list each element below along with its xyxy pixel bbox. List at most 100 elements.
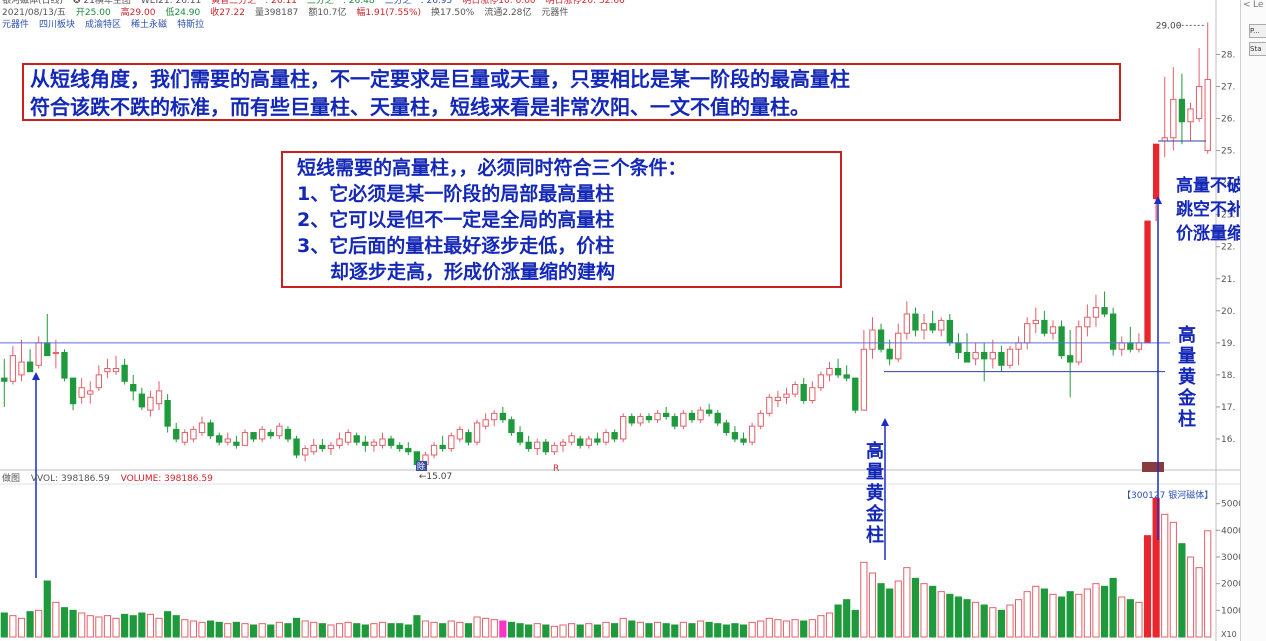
candle-body [181, 432, 188, 443]
header-indicator-row: 银河磁体(日线) ✪ 21横年主图 WEI21: 26.11 黄昏三分之一: 26.1… [2, 0, 635, 7]
candle-body [104, 367, 111, 373]
volume-bar [1126, 599, 1134, 638]
panel-button-sta[interactable]: Sta [1249, 42, 1266, 56]
volume-bar [1066, 591, 1074, 638]
candle-body [405, 448, 412, 453]
header-row3-item[interactable]: 元器件 [2, 20, 29, 30]
price-tick-label: 17. [1221, 403, 1235, 413]
candle-body [714, 412, 721, 424]
volume-bar [671, 624, 679, 638]
candle-body [895, 332, 902, 360]
candle-body [224, 438, 231, 443]
header-row3-item[interactable]: 特斯拉 [177, 20, 204, 30]
volume-bar [602, 621, 610, 638]
candle-body [946, 319, 953, 344]
header-row3-item[interactable]: 稀土永磁 [131, 20, 167, 30]
volume-tick-label: 5000 [1221, 500, 1240, 510]
volume-bar [1083, 588, 1091, 638]
candle-body [1, 377, 8, 382]
candle-body [1187, 108, 1194, 123]
candle-body [645, 416, 653, 421]
volume-bar [619, 617, 627, 638]
candle-body [963, 351, 971, 363]
candle-body [1195, 86, 1203, 120]
candle-body [688, 412, 696, 421]
volume-value: VOLUME: 398186.59 [120, 474, 213, 484]
header-row2-item: 额10.7亿 [308, 8, 347, 18]
volume-bar [782, 620, 791, 638]
panel-toggle-icon[interactable]: Le [1253, 0, 1263, 10]
candle-body [52, 351, 60, 354]
header-row2-item: 开25.00 [75, 8, 111, 18]
volume-bar [568, 623, 576, 638]
volume-tick-label: 2000 [1221, 580, 1240, 590]
volume-bar [997, 609, 1005, 638]
volume-bar [430, 621, 438, 638]
candle-body [121, 364, 128, 382]
volume-bar [739, 624, 748, 638]
volume-bar [1100, 585, 1109, 638]
volume-bar [679, 621, 687, 638]
candle-body [551, 444, 558, 453]
right-annotation-line: 跳空不补 [1176, 200, 1240, 220]
volume-bar [413, 615, 421, 638]
header-row3-item[interactable]: 四川板块 [39, 20, 75, 30]
volume-bar [378, 621, 387, 638]
candle-body [981, 351, 988, 360]
volume-bar [542, 624, 550, 638]
candle-body [1067, 355, 1074, 363]
volume-bar [843, 599, 851, 638]
candle-body [35, 342, 42, 366]
volume-indicator-name[interactable]: 做图 [2, 474, 20, 484]
candle-body [61, 351, 68, 379]
candle-body [147, 396, 154, 411]
ex-dividend-marker-label: 除 [417, 461, 425, 471]
candle-body [241, 432, 249, 446]
volume-bar [421, 620, 430, 638]
candle-body [164, 400, 171, 427]
header-row2-item: 流通2.28亿 [484, 8, 532, 18]
volume-bar [774, 619, 782, 638]
volume-bar [1118, 596, 1126, 638]
right-side-panel: < Le P... Sta [1240, 0, 1266, 641]
volume-bar [9, 615, 17, 638]
volume-bar [69, 609, 77, 638]
volume-tick-label: 4000 [1221, 526, 1240, 536]
candle-body [448, 435, 455, 450]
candle-body [602, 432, 610, 443]
volume-bar [249, 624, 258, 638]
volume-bar [946, 593, 954, 638]
candle-body [508, 419, 515, 434]
chevron-left-icon[interactable]: < [1243, 0, 1251, 10]
volume-bar [550, 625, 559, 638]
volume-bar [301, 620, 309, 638]
candle-body [809, 387, 816, 402]
header-row3-item[interactable]: 成渝特区 [85, 20, 121, 30]
vvol-value: VVOL: 398186.59 [30, 474, 110, 484]
candle-body [774, 396, 782, 402]
volume-bar [146, 613, 155, 638]
volume-bar [121, 613, 129, 638]
volume-bar [585, 623, 593, 638]
volume-bar [224, 623, 232, 638]
volume-bar [1023, 591, 1031, 638]
volume-bar [1109, 577, 1117, 638]
candle-body [1024, 323, 1031, 344]
header-row1-item: 三分之一: 26.48 [306, 0, 375, 6]
volume-bar [138, 612, 146, 638]
header-row2-item: 元器件 [541, 8, 569, 18]
candle-body [1109, 313, 1117, 350]
candle-body [585, 438, 592, 446]
volume-bar [267, 624, 275, 638]
header-row2-item: 量398187 [254, 8, 299, 18]
volume-bar [232, 621, 240, 638]
candle-body [1118, 342, 1125, 350]
panel-button-p[interactable]: P... [1249, 24, 1266, 38]
volume-bar [1169, 521, 1177, 638]
candle-body [1041, 319, 1048, 334]
candle-body [18, 361, 25, 376]
candle-body [989, 351, 996, 360]
volume-bar [662, 623, 670, 638]
right-annotation-line: 高量不破 [1176, 176, 1240, 196]
volume-bar [1006, 604, 1014, 638]
